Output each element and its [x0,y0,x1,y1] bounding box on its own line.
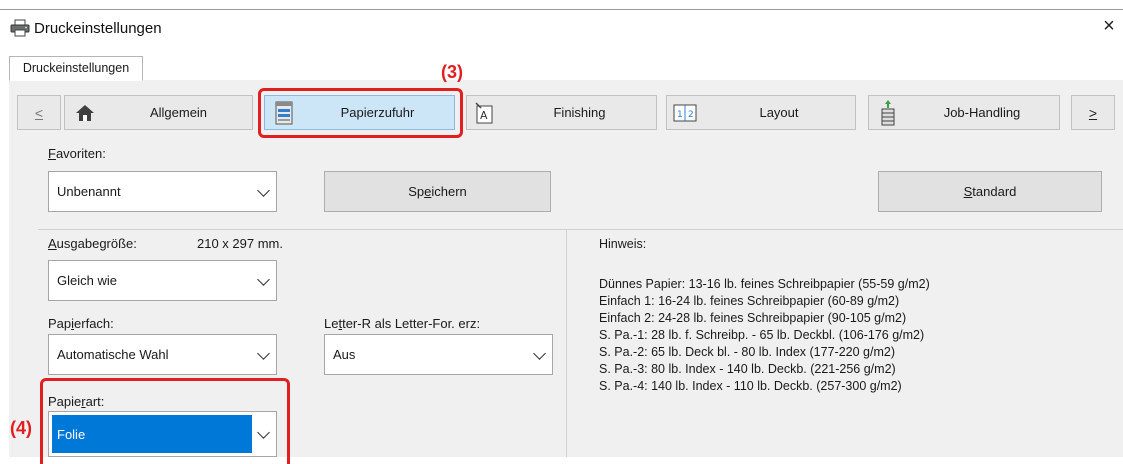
nav-prev-button[interactable]: < [17,95,61,130]
save-button[interactable]: Sp e ichern [324,171,551,212]
printer-icon [10,19,30,37]
hint-line: S. Pa.-1: 28 lb. f. Schreibp. - 65 lb. D… [599,328,925,342]
window-top-border [0,9,1123,10]
highlight-box-papierzufuhr [258,88,463,138]
finishing-icon: A [475,102,493,124]
annotation-step-3: (3) [441,62,463,82]
output-size-value: Gleich wie [57,273,117,288]
highlight-box-papierart [40,378,290,464]
nav-prev-glyph: < [34,104,44,121]
hint-line: S. Pa.-3: 80 lb. Index - 140 lb. Deckb. … [599,362,896,376]
hint-line: S. Pa.-2: 65 lb. Deck bl. - 80 lb. Index… [599,345,895,359]
hint-list: Dünnes Papier: 13-16 lb. feines Schreibp… [599,276,1114,395]
column-separator [566,229,567,457]
nav-layout-label: Layout [759,105,799,120]
nav-allgemein-label: Allgemein [149,105,208,120]
tab-druckeinstellungen[interactable]: Druckeinstellungen [9,56,143,81]
hint-line: Einfach 2: 24-28 lb. feines Schreibpapie… [599,311,907,325]
window-title: Druckeinstellungen [34,20,162,37]
nav-allgemein[interactable]: Allgemein [64,95,253,130]
svg-text:A: A [480,109,488,122]
close-icon[interactable]: × [1098,15,1120,37]
chevron-down-icon [257,183,270,197]
output-size-label: Ausgabegröße: [48,236,137,251]
svg-text:2: 2 [688,110,694,120]
hint-line: S. Pa.-4: 140 lb. Index - 110 lb. Deckb.… [599,379,902,393]
nav-layout[interactable]: 1 2 Layout [666,95,856,130]
nav-finishing-label: Finishing [553,105,606,120]
hint-line: Einfach 1: 16-24 lb. feines Schreibpapie… [599,294,900,308]
favorites-label: Favoriten: [48,146,106,161]
output-size-combo[interactable]: Gleich wie [48,260,277,301]
layout-icon: 1 2 [673,104,697,122]
letter-r-combo[interactable]: Aus [324,334,553,375]
chevron-down-icon [257,346,270,360]
nav-job-handling-label: Job-Handling [943,105,1021,120]
annotation-step-4: (4) [10,418,32,438]
hint-label: Hinweis: [599,237,647,251]
output-size-value-text: 210 x 297 mm. [197,236,283,251]
svg-text:1: 1 [677,110,683,120]
home-icon [76,105,94,121]
nav-job-handling[interactable]: Job-Handling [868,95,1060,130]
favorites-value: Unbenannt [57,184,121,199]
letter-r-value: Aus [333,347,356,362]
nav-finishing[interactable]: A Finishing [466,95,657,130]
paper-tray-combo[interactable]: Automatische Wahl [48,334,277,375]
nav-next-button[interactable]: > [1071,95,1115,130]
group-separator [38,229,1123,230]
letter-r-label: Letter-R als Letter-For. erz: [324,316,481,331]
nav-next-glyph: > [1088,104,1098,121]
paper-tray-value: Automatische Wahl [57,347,169,362]
hint-line: Dünnes Papier: 13-16 lb. feines Schreibp… [599,277,930,291]
favorites-combo[interactable]: Unbenannt [48,171,277,212]
paper-tray-label: Papierfach: [48,316,114,331]
chevron-down-icon [257,272,270,286]
chevron-down-icon [533,346,546,360]
standard-button[interactable]: Standard [878,171,1102,212]
job-handling-icon [881,100,895,126]
